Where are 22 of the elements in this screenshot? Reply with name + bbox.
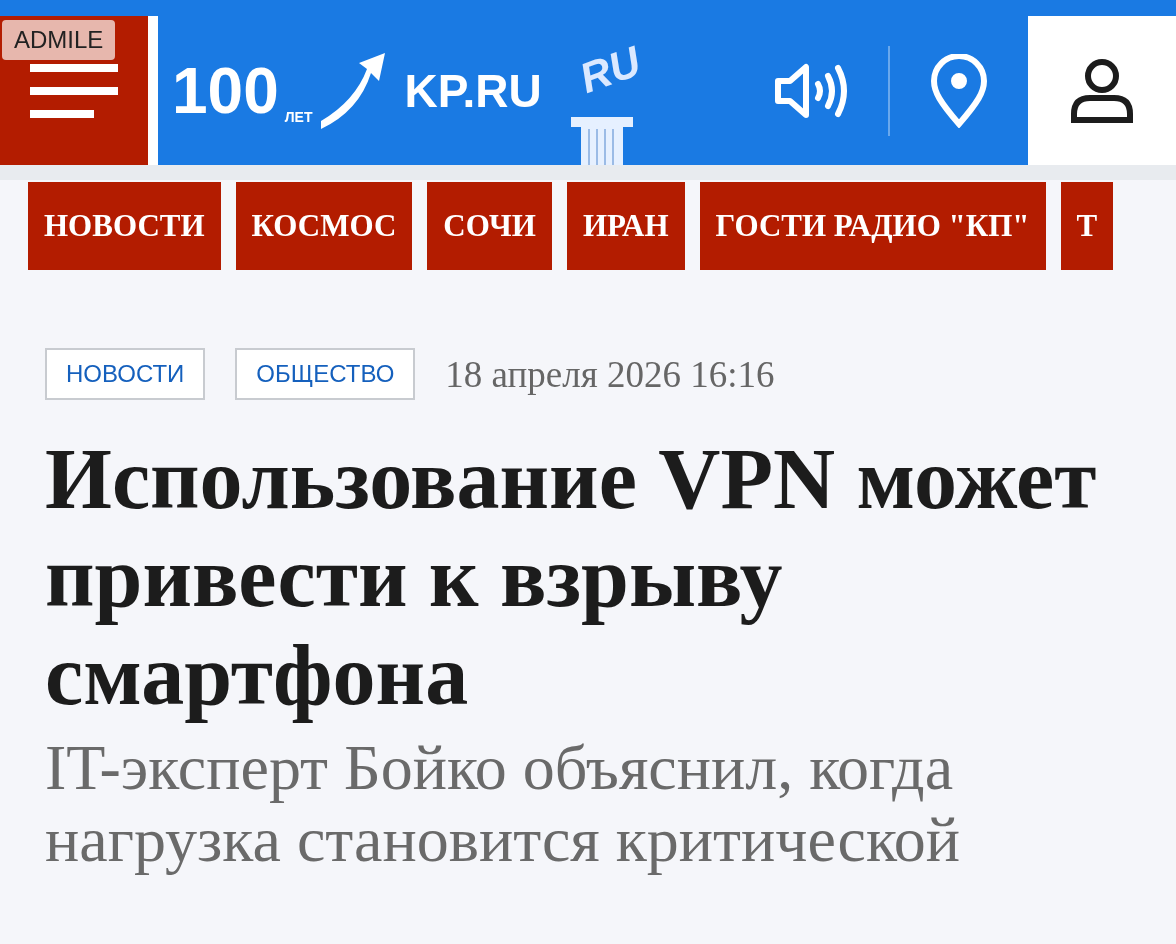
nav-tab[interactable]: КОСМОС: [235, 182, 413, 270]
menu-icon: [30, 63, 118, 118]
logo-label: RU: [573, 37, 647, 103]
category-tag[interactable]: НОВОСТИ: [45, 348, 206, 400]
article-title: Использование VPN может привести к взрыву смартфона: [45, 430, 1098, 724]
profile-button[interactable]: [1028, 16, 1176, 165]
user-icon: [1070, 57, 1134, 124]
publish-date: 18 апреля 2026 16:16: [445, 352, 775, 396]
nav-tab[interactable]: СОЧИ: [427, 182, 552, 270]
nav-tab[interactable]: ГОСТИ РАДИО "КП": [699, 182, 1046, 270]
article-subtitle: IT-эксперт Бойко объяснил, когда нагрузка становится критической: [45, 732, 961, 876]
nav-tab[interactable]: ИРАН: [566, 182, 685, 270]
logo-caption: ЛЕТ: [284, 109, 313, 125]
ad-badge: ADMILE: [2, 20, 116, 60]
location-pin-icon: [930, 53, 988, 128]
logo-number: 100: [172, 53, 279, 128]
column-icon: [568, 115, 635, 165]
nav-tab[interactable]: Т: [1060, 182, 1114, 270]
speaker-icon: [774, 61, 848, 120]
nav-tab[interactable]: НОВОСТИ: [28, 182, 221, 270]
category-tag[interactable]: ОБЩЕСТВО: [235, 348, 416, 400]
logo-wordmark[interactable]: KP.RU: [404, 63, 542, 118]
